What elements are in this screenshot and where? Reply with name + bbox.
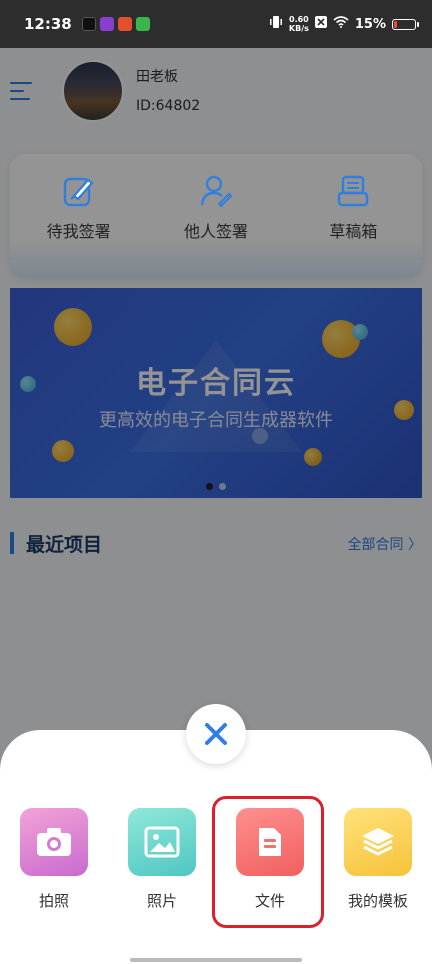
quick-action-drafts[interactable]: 草稿箱 [285, 154, 422, 278]
tiktok-app-icon [81, 17, 96, 31]
my-templates-action[interactable]: 我的模板 [342, 808, 414, 911]
chat-app-icon [135, 17, 150, 31]
camera-tile [20, 808, 88, 876]
person-sign-icon [200, 175, 233, 208]
close-icon [205, 723, 227, 745]
quick-action-label: 草稿箱 [329, 222, 378, 241]
shop-app-icon [117, 17, 132, 31]
highlight-box [212, 796, 324, 928]
quick-actions-card: 待我签署 他人签署 草稿箱 [10, 154, 422, 278]
layers-tile [344, 808, 412, 876]
quick-action-label: 他人签署 [183, 222, 248, 241]
status-time: 12:38 [24, 15, 72, 33]
wifi-icon [333, 16, 349, 32]
image-tile [128, 808, 196, 876]
image-icon [144, 826, 180, 858]
battery-percent: 15% [354, 16, 386, 32]
vibrate-icon [269, 15, 283, 33]
drafts-icon [338, 175, 369, 207]
game-app-icon [99, 17, 114, 31]
net-speed: 0.60 KB/s [288, 15, 309, 33]
my-templates-label: 我的模板 [347, 892, 408, 910]
home-indicator[interactable] [130, 958, 302, 962]
take-photo-action[interactable]: 拍照 [18, 808, 90, 911]
edit-sign-icon [63, 177, 94, 207]
quick-action-label: 待我签署 [46, 222, 111, 241]
battery-icon [392, 18, 419, 30]
data-icon [314, 16, 327, 32]
quick-action-pending-sign[interactable]: 待我签署 [10, 154, 147, 278]
camera-icon [37, 828, 71, 856]
take-photo-label: 拍照 [38, 892, 69, 910]
layers-icon [362, 828, 394, 856]
photo-library-action[interactable]: 照片 [126, 808, 198, 911]
status-bar: 12:38 0.60 KB/s 15% [0, 0, 432, 48]
photo-library-label: 照片 [146, 892, 177, 910]
close-button[interactable] [186, 704, 246, 764]
quick-action-others-sign[interactable]: 他人签署 [147, 154, 284, 278]
